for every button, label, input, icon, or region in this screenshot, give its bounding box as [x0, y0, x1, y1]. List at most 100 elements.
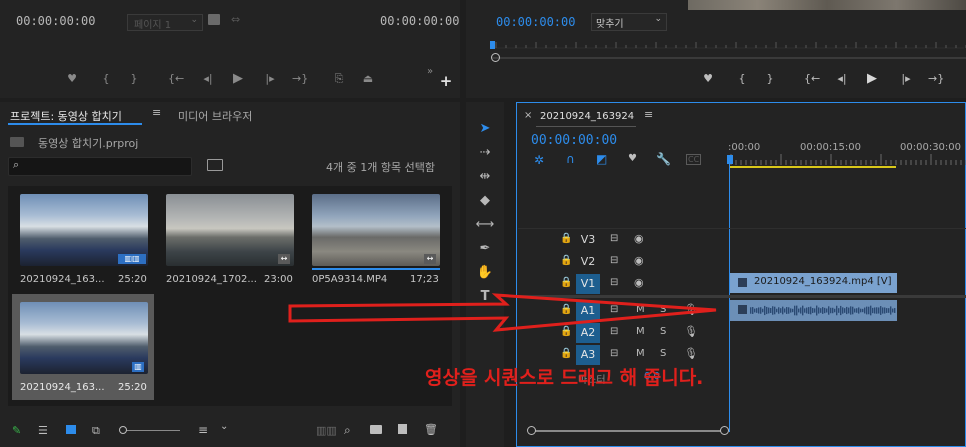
nest-icon[interactable]: ✲	[534, 153, 544, 167]
tab-project[interactable]: 프로젝트: 동영상 합치기	[10, 108, 122, 124]
add-marker-icon[interactable]: ♥	[64, 72, 80, 85]
sync-lock-icon[interactable]: ⊟	[610, 233, 618, 244]
eye-icon[interactable]: ◉	[634, 254, 644, 267]
fit-select[interactable]: 맞추기 ⌄	[591, 13, 667, 31]
trash-icon[interactable]: 🗑	[424, 423, 438, 436]
timeline-timecode[interactable]: 00:00:00:00	[531, 133, 617, 148]
go-to-in-icon[interactable]: {←	[168, 72, 184, 85]
timeline-scrollbar[interactable]	[530, 430, 726, 432]
more-controls-icon[interactable]: »	[422, 66, 438, 77]
clip-thumbnail[interactable]	[312, 194, 440, 266]
lock-icon[interactable]: 🔒	[560, 255, 572, 266]
mark-out-icon[interactable]: }	[762, 72, 778, 85]
page-select[interactable]: 페이지 1 ⌄	[127, 14, 203, 31]
timeline-playhead-head[interactable]	[727, 155, 733, 164]
solo-button[interactable]: S	[660, 348, 666, 359]
program-timecode[interactable]: 00:00:00:00	[496, 15, 575, 29]
track-label-a3[interactable]: A3	[576, 345, 600, 365]
hand-tool-icon[interactable]: ✋	[475, 264, 495, 282]
razor-tool-icon[interactable]: ◆	[475, 192, 495, 210]
slip-tool-icon[interactable]: ⟷	[475, 216, 495, 234]
audio-clip-a1[interactable]	[730, 300, 897, 321]
work-area-bar[interactable]	[730, 166, 896, 168]
wrench-icon[interactable]: 🔧	[656, 152, 671, 166]
mark-out-icon[interactable]: }	[126, 72, 142, 85]
step-back-icon[interactable]: ◂|	[200, 72, 216, 85]
sequence-tab[interactable]: 20210924_163924	[540, 111, 634, 122]
waveform-bar	[894, 308, 896, 313]
mute-button[interactable]: M	[636, 348, 645, 359]
chevron-down-icon[interactable]: ⌄	[220, 421, 228, 432]
step-forward-icon[interactable]: |▸	[898, 72, 914, 85]
add-marker-icon[interactable]: ♥	[628, 153, 637, 164]
track-label-v2[interactable]: V2	[576, 252, 600, 272]
new-item-icon[interactable]	[398, 424, 407, 434]
sync-lock-icon[interactable]: ⊟	[610, 255, 618, 266]
track-select-tool-icon[interactable]: ⇢	[475, 144, 495, 162]
new-bin-icon[interactable]	[370, 425, 382, 434]
add-button-icon[interactable]: +	[438, 72, 454, 90]
clip-item[interactable]: ▥▥ 20210924_163... 25:20	[12, 188, 154, 288]
clip-thumbnail[interactable]	[20, 302, 148, 374]
scroll-handle[interactable]	[527, 426, 536, 435]
zoom-slider-handle[interactable]	[119, 426, 127, 434]
settings-icon[interactable]	[208, 14, 220, 25]
step-back-icon[interactable]: ◂|	[834, 72, 850, 85]
timeline-ruler[interactable]	[730, 154, 966, 166]
lock-icon[interactable]: 🔒	[560, 348, 572, 359]
clip-item-selected[interactable]: ▥ 20210924_163... 25:20	[12, 294, 154, 400]
eye-icon[interactable]: ◉	[634, 232, 644, 245]
new-bin-from-search-icon[interactable]	[207, 159, 223, 171]
mark-in-icon[interactable]: {	[98, 72, 114, 85]
captions-icon[interactable]: CC	[686, 154, 702, 165]
tab-media-browser[interactable]: 미디어 브라우저	[178, 108, 252, 124]
mark-in-icon[interactable]: {	[734, 72, 750, 85]
project-file-name: 동영상 합치기.prproj	[38, 137, 139, 150]
go-to-out-icon[interactable]: →}	[928, 72, 944, 85]
scroll-handle[interactable]	[720, 426, 729, 435]
clip-item[interactable]: ↔ 0P5A9314.MP4 17;23	[304, 188, 446, 288]
microphone-icon[interactable]: 🎙	[684, 347, 698, 360]
close-icon[interactable]: ×	[524, 110, 532, 121]
program-time-ruler[interactable]	[492, 42, 966, 52]
automate-icon[interactable]: ▥▥	[316, 424, 337, 437]
play-icon[interactable]: ▶	[864, 71, 880, 86]
video-clip-v1[interactable]: 20210924_163924.mp4 [V]	[730, 273, 897, 293]
pen-tool-icon[interactable]: ✒	[475, 240, 495, 258]
ruler-ticks	[494, 42, 966, 49]
sort-icon[interactable]: ≡	[198, 423, 208, 437]
playhead-marker[interactable]	[490, 41, 495, 49]
sync-lock-icon[interactable]: ⊟	[610, 277, 618, 288]
waveform-bar	[890, 306, 892, 315]
clip-thumbnail[interactable]	[166, 194, 294, 266]
snap-icon[interactable]: ∩	[566, 152, 575, 166]
panel-menu-icon[interactable]: ≡	[152, 106, 161, 119]
insert-icon[interactable]: ⎘	[331, 72, 347, 86]
freeform-view-icon[interactable]: ⧉	[92, 424, 100, 438]
selection-tool-icon[interactable]: ➤	[475, 120, 495, 138]
lock-icon[interactable]: 🔒	[560, 277, 572, 288]
add-marker-icon[interactable]: ♥	[700, 72, 716, 85]
go-to-out-icon[interactable]: →}	[292, 72, 308, 85]
pencil-icon[interactable]: ✎	[12, 424, 21, 437]
step-forward-icon[interactable]: |▸	[262, 72, 278, 85]
clip-item[interactable]: ↔ 20210924_1702... 23:00	[158, 188, 300, 288]
play-icon[interactable]: ▶	[230, 71, 246, 86]
scroll-handle[interactable]	[491, 53, 500, 62]
linked-selection-icon[interactable]: ◩	[596, 152, 607, 166]
export-frame-icon[interactable]: ⇔	[231, 13, 240, 26]
sync-lock-icon[interactable]: ⊟	[610, 348, 618, 359]
source-timecode-left[interactable]: 00:00:00:00	[16, 14, 95, 28]
panel-menu-icon[interactable]: ≡	[644, 108, 653, 121]
list-view-icon[interactable]: ☰	[38, 424, 48, 437]
icon-view-icon[interactable]	[66, 425, 76, 434]
overwrite-icon[interactable]: ⏏	[360, 72, 376, 85]
go-to-in-icon[interactable]: {←	[804, 72, 820, 85]
zoom-slider[interactable]	[120, 430, 180, 431]
program-scrollbar[interactable]	[492, 57, 966, 59]
lock-icon[interactable]: 🔒	[560, 233, 572, 244]
track-label-v3[interactable]: V3	[576, 230, 600, 250]
ripple-edit-tool-icon[interactable]: ⇹	[475, 168, 495, 186]
project-search-input[interactable]: ⌕	[8, 157, 192, 176]
find-icon[interactable]: ⌕	[344, 423, 351, 438]
